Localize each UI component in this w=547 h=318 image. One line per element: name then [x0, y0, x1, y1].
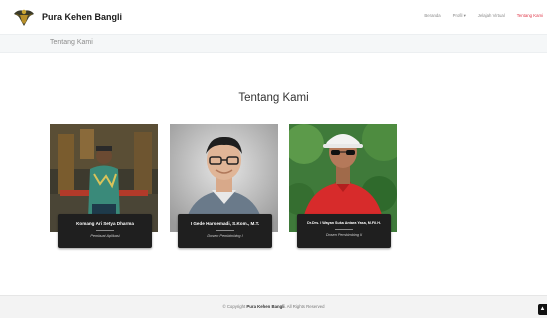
copyright-suffix: . All Rights Reserved [284, 304, 325, 309]
nav-item-jelajah-virtual[interactable]: Jelajah Virtual [478, 13, 505, 19]
nav-item-tentang-kami[interactable]: Tentang Kami [517, 13, 543, 19]
member-info: Komang Ari Setya Dharma Pembuat Aplikasi [58, 214, 152, 248]
copyright-brand: Pura Kehen Bangli [246, 304, 285, 309]
brand-link[interactable]: Pura Kehen Bangli [12, 6, 122, 28]
breadcrumb: Tentang Kami [0, 34, 547, 53]
member-info: I Gede Harsemadi, S.Kom., M.T. Dosen Pem… [178, 214, 272, 248]
member-card: I Gede Harsemadi, S.Kom., M.T. Dosen Pem… [170, 124, 278, 250]
copyright-text: © Copyright Pura Kehen Bangli. All Right… [0, 304, 547, 309]
member-role: Dosen Pembimbing II [325, 233, 363, 237]
divider [335, 229, 353, 230]
section-title: Tentang Kami [238, 92, 309, 104]
top-navbar: Pura Kehen Bangli Beranda Profil ▾ Jelaj… [0, 0, 547, 34]
member-name: Dr.Drs. I Wayan Suka Antara Yasa, M.Fil.… [307, 221, 381, 225]
member-role: Pembuat Aplikasi [90, 234, 120, 238]
member-card: Komang Ari Setya Dharma Pembuat Aplikasi [50, 124, 158, 250]
brand-name[interactable]: Pura Kehen Bangli [42, 12, 122, 22]
main-nav: Beranda Profil ▾ Jelajah Virtual Tentang… [412, 13, 543, 19]
copyright-prefix: © Copyright [222, 304, 246, 309]
member-role: Dosen Pembimbing I [207, 234, 243, 238]
nav-item-beranda[interactable]: Beranda [424, 13, 440, 19]
member-name: Komang Ari Setya Dharma [76, 221, 134, 226]
member-name: I Gede Harsemadi, S.Kom., M.T. [190, 221, 260, 226]
divider [216, 230, 234, 231]
divider [96, 230, 114, 231]
back-to-top-button[interactable]: ▲ [538, 304, 547, 315]
member-card: Dr.Drs. I Wayan Suka Antara Yasa, M.Fil.… [289, 124, 397, 250]
member-info: Dr.Drs. I Wayan Suka Antara Yasa, M.Fil.… [297, 214, 391, 248]
nav-item-profil[interactable]: Profil ▾ [453, 13, 466, 19]
footer: © Copyright Pura Kehen Bangli. All Right… [0, 295, 547, 318]
arrow-up-icon: ▲ [539, 306, 546, 312]
garuda-crest-icon [12, 6, 36, 28]
breadcrumb-title: Tentang Kami [50, 39, 93, 46]
